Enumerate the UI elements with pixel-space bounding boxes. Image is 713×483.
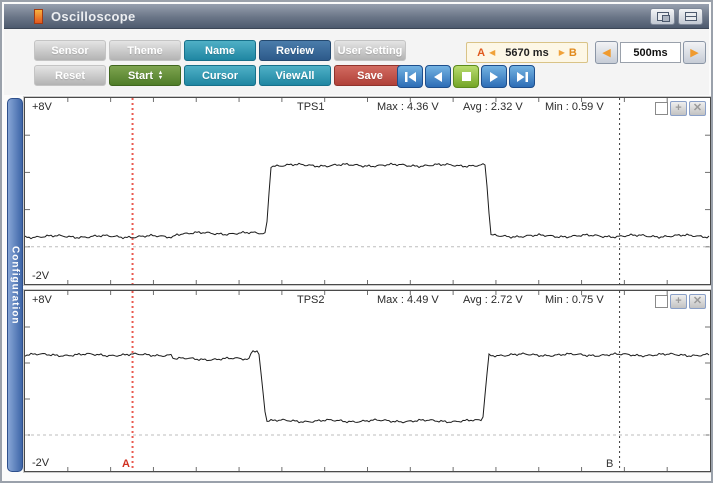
interval-increase-button[interactable]: ▶ [683, 41, 706, 64]
tps1-ymax-label: +8V [32, 101, 52, 113]
right-arrow-icon: ▶ [690, 47, 699, 59]
cursor-button[interactable]: Cursor [184, 65, 256, 86]
name-button[interactable]: Name [184, 40, 256, 61]
window-layout-button[interactable] [650, 8, 675, 25]
save-button[interactable]: Save [334, 65, 406, 86]
tps2-close-button[interactable]: ✕ [689, 294, 706, 309]
start-button-label: Start [127, 69, 154, 82]
stop-icon [461, 72, 471, 81]
title-bar: Oscilloscope [4, 4, 709, 29]
configuration-tab-label: Configuration [9, 245, 21, 325]
toolbar: Sensor Theme Name Review User Setting Re… [4, 29, 709, 95]
reset-button[interactable]: Reset [34, 65, 106, 86]
window-title: Oscilloscope [51, 8, 136, 24]
cursor-a-marker[interactable]: A [122, 458, 130, 470]
plus-icon: + [675, 102, 682, 114]
theme-button[interactable]: Theme [109, 40, 181, 61]
skip-to-end-button[interactable] [509, 65, 535, 88]
tps1-avg-stat: Avg : 2.32 V [463, 101, 523, 113]
tile-windows-icon [684, 12, 697, 21]
tps2-ymin-label: -2V [32, 457, 50, 469]
tps2-select-checkbox[interactable] [655, 295, 668, 308]
skip-to-start-button[interactable] [397, 65, 423, 88]
left-arrow-icon: ◀ [602, 47, 611, 59]
tps2-ymax-label: +8V [32, 294, 52, 306]
step-back-icon [434, 71, 442, 82]
viewall-button[interactable]: ViewAll [259, 65, 331, 86]
tps2-zoom-button[interactable]: + [670, 294, 687, 309]
tps2-avg-stat: Avg : 2.72 V [463, 294, 523, 306]
tps1-close-button[interactable]: ✕ [689, 101, 706, 116]
tps2-min-stat: Min : 0.75 V [545, 294, 604, 306]
stop-button[interactable] [453, 65, 479, 88]
tps2-max-stat: Max : 4.49 V [377, 294, 439, 306]
start-spinner-icon[interactable]: ▴ ▾ [159, 70, 162, 81]
interval-value[interactable]: 500ms [620, 42, 681, 63]
tps1-select-checkbox[interactable] [655, 102, 668, 115]
scope-panel-tps2: +8V TPS2 Max : 4.49 V Avg : 2.72 V Min :… [24, 290, 711, 472]
tps2-channel-name: TPS2 [297, 294, 325, 306]
cursor-a-label: A [477, 46, 486, 59]
tps2-waveform-plot[interactable] [25, 291, 710, 471]
review-button[interactable]: Review [259, 40, 331, 61]
skip-to-start-icon [404, 71, 416, 82]
cursor-a-left-icon[interactable]: ◀ [489, 48, 495, 57]
step-back-button[interactable] [425, 65, 451, 88]
tps1-waveform-plot[interactable] [25, 98, 710, 284]
tps1-zoom-button[interactable]: + [670, 101, 687, 116]
cursor-b-label: B [568, 46, 577, 59]
configuration-tab[interactable]: Configuration [7, 98, 23, 472]
cursor-delta-readout: A ◀ 5670 ms ▶ B [466, 42, 588, 63]
app-icon [34, 8, 43, 24]
tps1-min-stat: Min : 0.59 V [545, 101, 604, 113]
oscilloscope-window: Oscilloscope Sensor Theme Name Review Us… [0, 0, 713, 483]
scope-panel-tps1: +8V TPS1 Max : 4.36 V Avg : 2.32 V Min :… [24, 97, 711, 285]
tps1-max-stat: Max : 4.36 V [377, 101, 439, 113]
cursor-b-marker[interactable]: B [606, 458, 613, 470]
tps1-panel-controls: + ✕ [655, 101, 706, 116]
start-button[interactable]: Start ▴ ▾ [109, 65, 181, 86]
close-icon: ✕ [692, 295, 703, 307]
close-icon: ✕ [692, 102, 703, 114]
skip-to-end-icon [516, 71, 528, 82]
user-setting-button[interactable]: User Setting [334, 40, 406, 61]
interval-decrease-button[interactable]: ◀ [595, 41, 618, 64]
tile-windows-button[interactable] [678, 8, 703, 25]
tps2-panel-controls: + ✕ [655, 294, 706, 309]
plus-icon: + [675, 295, 682, 307]
window-layout-icon [656, 12, 670, 22]
tps1-channel-name: TPS1 [297, 101, 325, 113]
play-button[interactable] [481, 65, 507, 88]
cursor-b-right-icon[interactable]: ▶ [559, 48, 565, 57]
cursor-delta-value: 5670 ms [505, 46, 549, 59]
sensor-button[interactable]: Sensor [34, 40, 106, 61]
play-icon [490, 71, 498, 82]
tps1-ymin-label: -2V [32, 270, 50, 282]
